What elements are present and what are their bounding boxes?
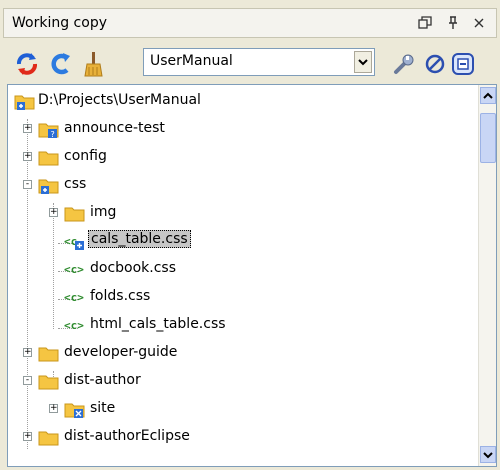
tree-item-label: folds.css: [90, 288, 151, 304]
expand-icon[interactable]: +: [23, 152, 32, 161]
folder-unversioned-icon: ?: [38, 118, 60, 140]
tree-item-label: css: [64, 176, 87, 192]
svg-text:<c>: <c>: [64, 291, 84, 304]
tree-item-developer-guide[interactable]: + developer-guide: [8, 339, 468, 367]
wrench-icon[interactable]: [389, 50, 417, 78]
folder-root-icon: [14, 90, 36, 112]
collapse-all-icon[interactable]: [449, 50, 477, 78]
svg-text:?: ?: [51, 130, 55, 139]
panel-title: Working copy: [12, 15, 107, 31]
tree-item-folds-css[interactable]: <c> folds.css: [8, 283, 468, 311]
folder-icon: [38, 426, 60, 448]
tree-item-html-cals-table-css[interactable]: <c> html_cals_table.css: [8, 311, 468, 339]
css-file-icon: <c>: [64, 258, 86, 280]
expand-icon[interactable]: +: [23, 432, 32, 441]
tree-item-img[interactable]: + img: [8, 199, 468, 227]
working-copy-select[interactable]: UserManual: [143, 48, 375, 76]
tree-item-config[interactable]: + config: [8, 143, 468, 171]
tree-item-site[interactable]: + site: [8, 395, 468, 423]
tree-item-docbook-css[interactable]: <c> docbook.css: [8, 255, 468, 283]
expand-icon[interactable]: +: [49, 208, 58, 217]
scroll-up-icon[interactable]: [480, 87, 496, 104]
tree-item-label: developer-guide: [64, 344, 178, 360]
svg-text:<c>: <c>: [64, 263, 84, 276]
tree-item-dist-author-eclipse[interactable]: + dist-authorEclipse: [8, 423, 468, 451]
tree-item-label: dist-author: [64, 372, 141, 388]
collapse-icon[interactable]: -: [23, 180, 32, 189]
filter-icon[interactable]: [421, 50, 449, 78]
folder-conflict-icon: [64, 398, 86, 420]
working-copy-select-value: UserManual: [150, 53, 233, 69]
tree-item-label: site: [90, 400, 116, 416]
tree-item-label: img: [90, 204, 117, 220]
working-copy-tree[interactable]: D:\Projects\UserManual + ? announce-test…: [7, 84, 497, 467]
scroll-down-icon[interactable]: [480, 446, 496, 463]
restore-icon[interactable]: [414, 12, 436, 34]
broom-icon[interactable]: [79, 50, 107, 78]
scrollbar-thumb[interactable]: [480, 113, 496, 163]
folder-icon: [38, 370, 60, 392]
tree-item-label: docbook.css: [90, 260, 177, 276]
tree-item-label: dist-authorEclipse: [64, 428, 190, 444]
panel-title-bar: Working copy: [3, 8, 497, 38]
css-file-icon: <c>: [64, 286, 86, 308]
tree-item-label: config: [64, 148, 107, 164]
folder-modified-icon: [38, 174, 60, 196]
svg-text:<c>: <c>: [64, 319, 84, 332]
css-file-modified-icon: <c: [64, 230, 86, 252]
chevron-down-icon[interactable]: [354, 51, 372, 73]
tree-item-label: D:\Projects\UserManual: [38, 92, 201, 108]
tree-item-cals-table-css[interactable]: <c cals_table.css: [8, 227, 468, 255]
vertical-scrollbar[interactable]: [478, 85, 496, 466]
tree-item-announce-test[interactable]: + ? announce-test: [8, 115, 468, 143]
toolbar: UserManual: [3, 38, 497, 84]
collapse-icon[interactable]: -: [23, 376, 32, 385]
refresh-icon[interactable]: [13, 50, 41, 78]
pin-icon[interactable]: [442, 12, 464, 34]
expand-icon[interactable]: +: [49, 404, 58, 413]
folder-icon: [38, 342, 60, 364]
css-file-icon: <c>: [64, 314, 86, 336]
tree-item-label: cals_table.css: [88, 230, 191, 248]
tree-item-css[interactable]: - css: [8, 171, 468, 199]
tree-item-label: html_cals_table.css: [90, 316, 226, 332]
working-copy-panel: Working copy UserManual D:\Projects\User…: [0, 0, 500, 470]
folder-icon: [38, 146, 60, 168]
tree-item-label: announce-test: [64, 120, 165, 136]
folder-icon: [64, 202, 86, 224]
close-icon[interactable]: [468, 12, 490, 34]
tree-item-root[interactable]: D:\Projects\UserManual: [8, 87, 468, 115]
expand-icon[interactable]: +: [23, 124, 32, 133]
tree-item-dist-author[interactable]: - dist-author: [8, 367, 468, 395]
synchronize-icon[interactable]: [47, 50, 75, 78]
expand-icon[interactable]: +: [23, 348, 32, 357]
